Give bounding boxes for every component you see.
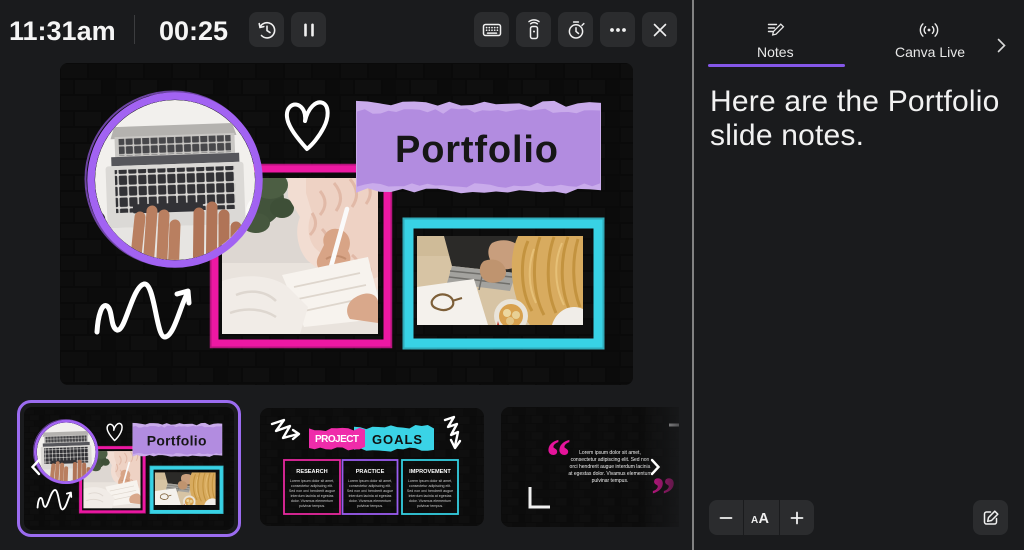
svg-text:A: A bbox=[759, 511, 770, 527]
svg-text:A: A bbox=[751, 515, 758, 526]
